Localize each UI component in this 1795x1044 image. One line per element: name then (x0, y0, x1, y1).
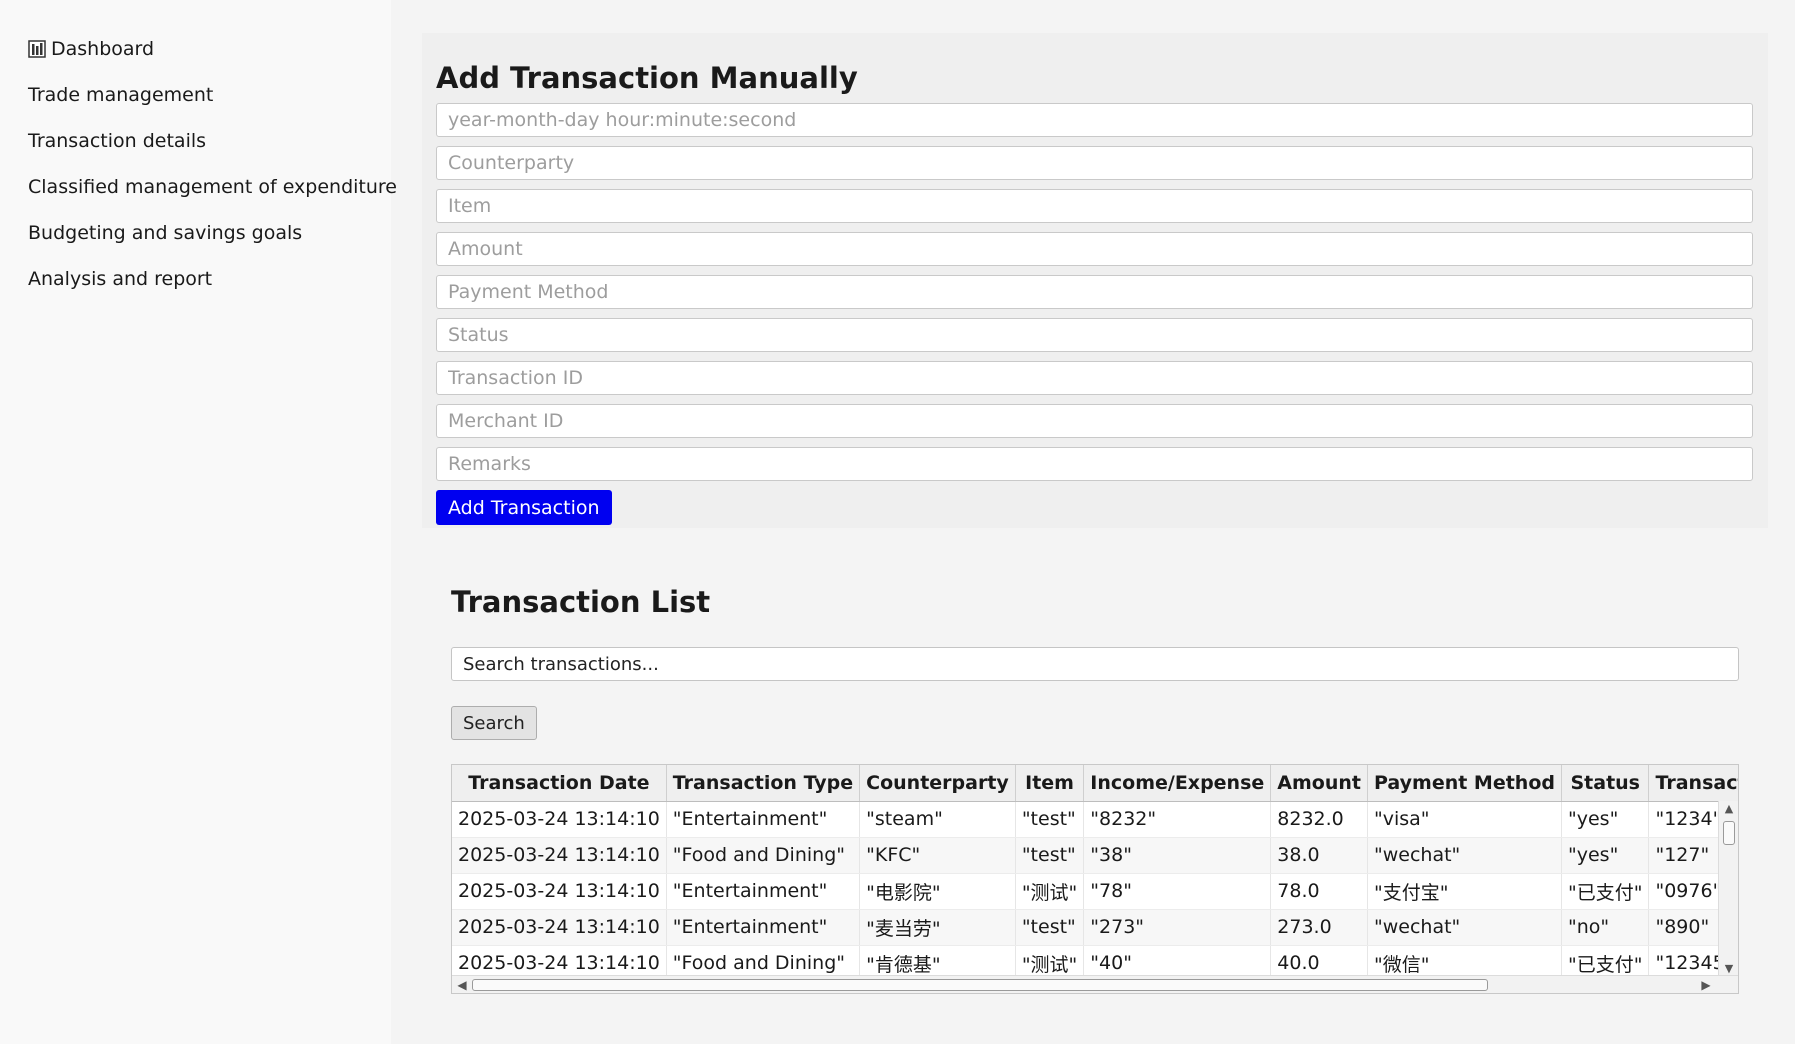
sidebar-item-budgeting[interactable]: Budgeting and savings goals (0, 210, 391, 256)
column-header[interactable]: Payment Method (1367, 765, 1563, 802)
column-header[interactable]: Status (1561, 765, 1650, 802)
table-cell: 2025-03-24 13:14:10 (452, 909, 667, 946)
table-cell: "steam" (859, 801, 1016, 838)
transaction-table: Transaction Date Transaction Type Counte… (451, 764, 1739, 994)
add-transaction-title: Add Transaction Manually (436, 61, 858, 95)
table-cell: 273.0 (1270, 909, 1368, 946)
remarks-field[interactable] (436, 447, 1753, 481)
table-cell: "yes" (1561, 801, 1650, 838)
table-cell: "8232" (1083, 801, 1272, 838)
column-header[interactable]: Item (1015, 765, 1085, 802)
sidebar-item-label: Trade management (28, 84, 214, 106)
add-transaction-panel: Add Transaction Manually Add Transaction (422, 33, 1768, 528)
sidebar: Dashboard Trade management Transaction d… (0, 0, 397, 1044)
column-header[interactable]: Transaction Date (452, 765, 667, 802)
table-cell: 38.0 (1270, 837, 1368, 874)
table-header-row: Transaction Date Transaction Type Counte… (452, 765, 1738, 802)
table-cell: "Entertainment" (666, 909, 861, 946)
horizontal-scroll-thumb[interactable] (472, 979, 1488, 991)
scroll-left-icon[interactable]: ◀ (454, 976, 470, 993)
table-cell: 8232.0 (1270, 801, 1368, 838)
sidebar-item-dashboard[interactable]: Dashboard (0, 26, 391, 72)
table-cell: "38" (1083, 837, 1272, 874)
table-cell: 78.0 (1270, 873, 1368, 910)
add-transaction-button[interactable]: Add Transaction (436, 490, 612, 525)
sidebar-item-label: Budgeting and savings goals (28, 222, 303, 244)
column-header[interactable]: Amount (1270, 765, 1368, 802)
sidebar-item-analysis[interactable]: Analysis and report (0, 256, 391, 302)
table-cell: "78" (1083, 873, 1272, 910)
table-cell: 2025-03-24 13:14:10 (452, 873, 667, 910)
column-header[interactable]: Transaction Type (666, 765, 861, 802)
table-cell: "支付宝" (1367, 873, 1563, 910)
column-header[interactable]: Transaction I (1648, 765, 1738, 802)
table-cell: "273" (1083, 909, 1272, 946)
table-cell: "麦当劳" (859, 909, 1016, 946)
table-cell: 2025-03-24 13:14:10 (452, 801, 667, 838)
table-cell: "Food and Dining" (666, 837, 861, 874)
transaction-list-title: Transaction List (451, 585, 711, 619)
table-cell: "wechat" (1367, 837, 1563, 874)
column-header[interactable]: Income/Expense (1083, 765, 1272, 802)
table-cell: "test" (1015, 837, 1085, 874)
table-row[interactable]: 2025-03-24 13:14:10 "Entertainment" "电影院… (452, 873, 1738, 910)
horizontal-scrollbar[interactable]: ◀ ▶ (452, 975, 1738, 993)
sidebar-item-trade-management[interactable]: Trade management (0, 72, 391, 118)
item-field[interactable] (436, 189, 1753, 223)
search-input[interactable] (451, 647, 1739, 681)
status-field[interactable] (436, 318, 1753, 352)
table-cell: "测试" (1015, 873, 1085, 910)
datetime-field[interactable] (436, 103, 1753, 137)
sidebar-item-label: Classified management of expenditure (28, 176, 397, 198)
sidebar-item-expenditure-classification[interactable]: Classified management of expenditure (0, 164, 397, 210)
table-cell: 2025-03-24 13:14:10 (452, 837, 667, 874)
table-cell: "no" (1561, 909, 1650, 946)
transaction-list-section: Transaction List Search (451, 585, 1739, 740)
sidebar-item-label: Dashboard (51, 38, 155, 60)
scroll-up-icon[interactable]: ▲ (1719, 801, 1738, 817)
bar-chart-icon (28, 39, 48, 59)
table-cell: "yes" (1561, 837, 1650, 874)
payment-method-field[interactable] (436, 275, 1753, 309)
sidebar-item-label: Transaction details (28, 130, 207, 152)
table-cell: "visa" (1367, 801, 1563, 838)
table-cell: "电影院" (859, 873, 1016, 910)
sidebar-item-label: Analysis and report (28, 268, 213, 290)
table-cell: "KFC" (859, 837, 1016, 874)
table-cell: "Entertainment" (666, 801, 861, 838)
merchant-id-field[interactable] (436, 404, 1753, 438)
scroll-right-icon[interactable]: ▶ (1698, 976, 1714, 993)
table-row[interactable]: 2025-03-24 13:14:10 "Food and Dining" "K… (452, 837, 1738, 874)
column-header[interactable]: Counterparty (859, 765, 1016, 802)
amount-field[interactable] (436, 232, 1753, 266)
vertical-scroll-thumb[interactable] (1723, 821, 1735, 845)
table-cell: "已支付" (1561, 873, 1650, 910)
table-cell: "wechat" (1367, 909, 1563, 946)
table-cell: "Entertainment" (666, 873, 861, 910)
table-cell: "test" (1015, 909, 1085, 946)
search-button[interactable]: Search (451, 706, 537, 740)
table-row[interactable]: 2025-03-24 13:14:10 "Entertainment" "ste… (452, 801, 1738, 838)
counterparty-field[interactable] (436, 146, 1753, 180)
vertical-scrollbar[interactable]: ▲ ▼ (1718, 801, 1738, 977)
transaction-id-field[interactable] (436, 361, 1753, 395)
table-cell: "test" (1015, 801, 1085, 838)
sidebar-item-transaction-details[interactable]: Transaction details (0, 118, 391, 164)
table-row[interactable]: 2025-03-24 13:14:10 "Entertainment" "麦当劳… (452, 909, 1738, 946)
